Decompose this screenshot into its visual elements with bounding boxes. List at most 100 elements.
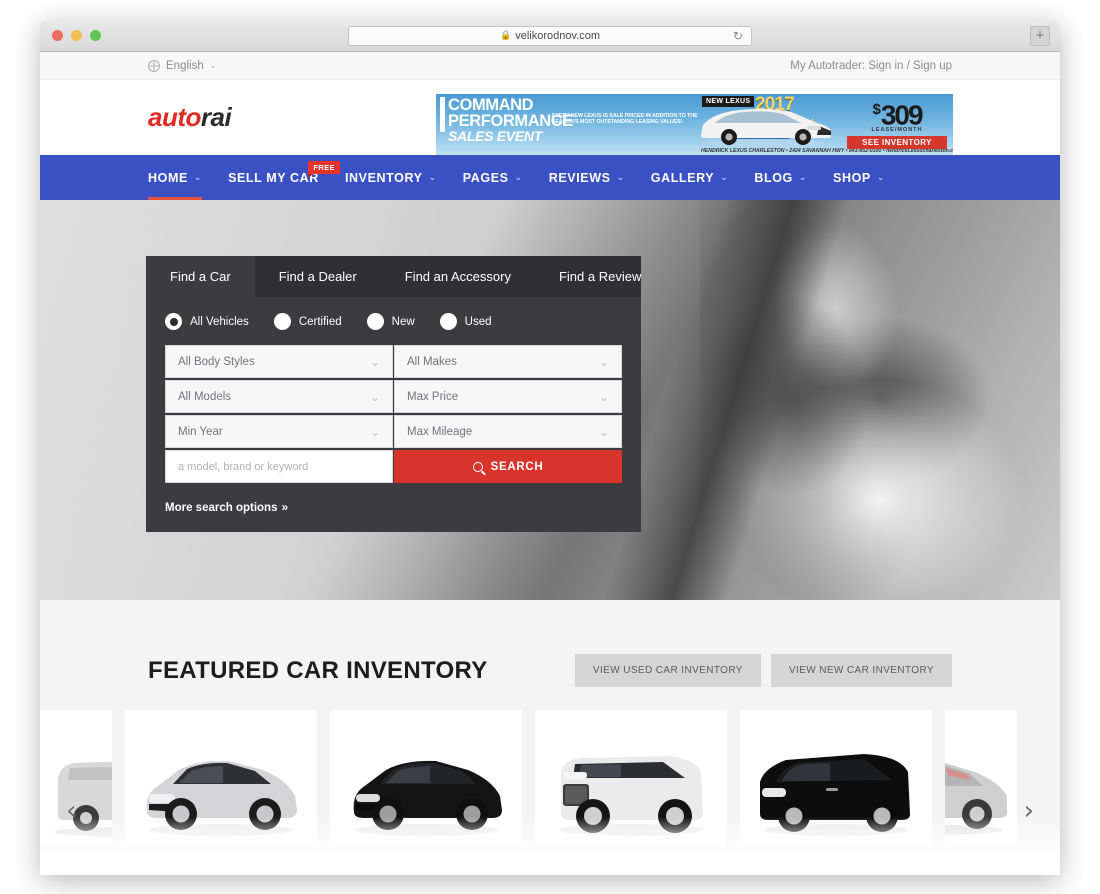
reload-icon[interactable]: ↻ bbox=[733, 30, 743, 42]
tab-find-a-car[interactable]: Find a Car bbox=[146, 256, 255, 297]
logo-part-auto: auto bbox=[148, 102, 201, 132]
ad-banner[interactable]: COMMAND PERFORMANCE SALES EVENT EVERY NE… bbox=[436, 94, 953, 155]
nav-label: BLOG bbox=[754, 170, 793, 185]
select-value: All Body Styles bbox=[178, 355, 255, 368]
keyword-search-input[interactable]: a model, brand or keyword bbox=[165, 450, 393, 483]
select-value: Min Year bbox=[178, 425, 223, 438]
nav-label: SHOP bbox=[833, 170, 871, 185]
address-bar[interactable]: 🔒 velikorodnov.com ↻ bbox=[348, 25, 752, 46]
select-make[interactable]: All Makes ⌄ bbox=[394, 345, 622, 378]
keyword-placeholder: a model, brand or keyword bbox=[178, 460, 309, 473]
maximize-window-button[interactable] bbox=[90, 30, 101, 41]
select-value: Max Price bbox=[407, 390, 459, 403]
radio-label: New bbox=[391, 315, 415, 328]
select-max-mileage[interactable]: Max Mileage ⌄ bbox=[394, 415, 622, 448]
logo-part-rai: rai bbox=[200, 102, 232, 132]
radio-label: Used bbox=[464, 315, 492, 328]
more-search-options-link[interactable]: More search options» bbox=[165, 500, 622, 514]
ad-currency: $ bbox=[872, 101, 881, 118]
select-value: All Models bbox=[178, 390, 232, 403]
radio-all-vehicles[interactable]: All Vehicles bbox=[165, 313, 249, 330]
nav-item-inventory[interactable]: INVENTORY ⌄ bbox=[345, 155, 437, 200]
main-navigation: HOME ⌄ SELL MY CAR FREE INVENTORY ⌄ PAGE… bbox=[40, 155, 1060, 200]
ad-price: $309 bbox=[841, 95, 953, 130]
nav-label: GALLERY bbox=[650, 170, 715, 185]
radio-indicator bbox=[439, 313, 457, 330]
view-used-car-inventory-button[interactable]: VIEW USED CAR INVENTORY bbox=[574, 654, 761, 687]
view-new-car-inventory-button[interactable]: VIEW NEW CAR INVENTORY bbox=[770, 654, 952, 687]
language-label: English bbox=[166, 59, 204, 72]
chevron-down-icon: ⌄ bbox=[369, 389, 380, 404]
search-button-label: SEARCH bbox=[490, 460, 544, 473]
radio-label: All Vehicles bbox=[190, 315, 249, 328]
free-badge: FREE bbox=[308, 161, 340, 178]
select-value: Max Mileage bbox=[407, 425, 473, 438]
search-panel-body: All Vehicles Certified New Used All Body… bbox=[146, 297, 641, 532]
radio-indicator bbox=[165, 313, 182, 330]
radio-label: Certified bbox=[298, 315, 342, 328]
chevron-down-icon: ⌄ bbox=[598, 354, 609, 369]
select-value: All Makes bbox=[407, 355, 457, 368]
nav-label: REVIEWS bbox=[548, 170, 611, 185]
page-viewport: English ⌄ My Autotrader: Sign in / Sign … bbox=[40, 52, 1060, 875]
lock-icon: 🔒 bbox=[500, 30, 512, 40]
traffic-lights[interactable] bbox=[40, 30, 101, 41]
select-max-price[interactable]: Max Price ⌄ bbox=[394, 380, 622, 413]
nav-item-pages[interactable]: PAGES ⌄ bbox=[463, 155, 523, 200]
chevron-down-icon: ⌄ bbox=[720, 172, 729, 182]
chevron-down-icon: ⌄ bbox=[598, 389, 609, 404]
ad-lexus-car-image bbox=[701, 108, 831, 147]
nav-item-gallery[interactable]: GALLERY ⌄ bbox=[651, 155, 729, 200]
featured-actions: VIEW USED CAR INVENTORY VIEW NEW CAR INV… bbox=[574, 654, 952, 687]
nav-label: HOME bbox=[148, 170, 188, 185]
featured-header: FEATURED CAR INVENTORY VIEW USED CAR INV… bbox=[148, 654, 952, 687]
close-window-button[interactable] bbox=[52, 30, 63, 41]
url-text: velikorodnov.com bbox=[515, 29, 600, 42]
page-title: FEATURED CAR INVENTORY bbox=[148, 656, 488, 684]
vehicle-search-panel: Find a Car Find a Dealer Find an Accesso… bbox=[146, 256, 641, 532]
site-logo[interactable]: autorai bbox=[148, 102, 232, 133]
chevron-down-icon: ⌄ bbox=[428, 172, 437, 182]
language-selector[interactable]: English ⌄ bbox=[148, 59, 216, 72]
select-model[interactable]: All Models ⌄ bbox=[165, 380, 393, 413]
vehicle-condition-radio-group: All Vehicles Certified New Used bbox=[165, 313, 622, 330]
nav-item-sell-my-car[interactable]: SELL MY CAR FREE bbox=[228, 155, 340, 200]
nav-label: INVENTORY bbox=[344, 170, 423, 185]
account-links[interactable]: My Autotrader: Sign in / Sign up bbox=[790, 60, 952, 72]
ad-see-inventory-button[interactable]: SEE INVENTORY bbox=[847, 136, 947, 150]
select-body-style[interactable]: All Body Styles ⌄ bbox=[165, 345, 393, 378]
tab-find-a-review[interactable]: Find a Review bbox=[535, 256, 665, 297]
ad-price-value: 309 bbox=[880, 99, 924, 131]
browser-window: 🔒 velikorodnov.com ↻ + English ⌄ My Auto… bbox=[40, 20, 1060, 875]
select-min-year[interactable]: Min Year ⌄ bbox=[165, 415, 393, 448]
radio-indicator bbox=[273, 313, 291, 330]
ad-lease-label: LEASE/MONTH bbox=[871, 127, 923, 134]
radio-used[interactable]: Used bbox=[439, 313, 492, 330]
nav-item-reviews[interactable]: REVIEWS ⌄ bbox=[549, 155, 625, 200]
ad-line-1: COMMAND bbox=[448, 96, 534, 114]
chevron-down-icon: ⌄ bbox=[193, 172, 203, 182]
search-fields-grid: All Body Styles ⌄ All Makes ⌄ All Models… bbox=[165, 345, 622, 483]
chevron-down-icon: ⌄ bbox=[798, 172, 808, 182]
tab-find-an-accessory[interactable]: Find an Accessory bbox=[381, 256, 535, 297]
nav-item-home[interactable]: HOME ⌄ bbox=[148, 155, 203, 200]
ad-line-3: SALES EVENT bbox=[448, 128, 542, 144]
new-tab-button[interactable]: + bbox=[1030, 25, 1050, 46]
search-icon bbox=[472, 461, 483, 472]
more-options-label: More search options bbox=[165, 502, 278, 514]
nav-label: SELL MY CAR bbox=[228, 170, 319, 185]
ad-right-block: $309 LEASE/MONTH SEE INVENTORY bbox=[841, 94, 953, 155]
tab-find-a-dealer[interactable]: Find a Dealer bbox=[255, 256, 381, 297]
site-header: autorai COMMAND PERFORMANCE SALES EVENT … bbox=[40, 80, 1060, 155]
minimize-window-button[interactable] bbox=[71, 30, 82, 41]
radio-new[interactable]: New bbox=[366, 313, 415, 330]
globe-icon bbox=[148, 59, 160, 72]
ad-left-block: COMMAND PERFORMANCE SALES EVENT EVERY NE… bbox=[436, 94, 701, 155]
nav-item-blog[interactable]: BLOG ⌄ bbox=[754, 155, 807, 200]
search-button[interactable]: SEARCH bbox=[394, 450, 622, 483]
chevron-down-icon: ⌄ bbox=[369, 424, 380, 439]
nav-item-shop[interactable]: SHOP ⌄ bbox=[833, 155, 885, 200]
radio-indicator bbox=[366, 313, 384, 330]
radio-certified[interactable]: Certified bbox=[273, 313, 342, 330]
hero-section: Find a Car Find a Dealer Find an Accesso… bbox=[40, 200, 1060, 600]
